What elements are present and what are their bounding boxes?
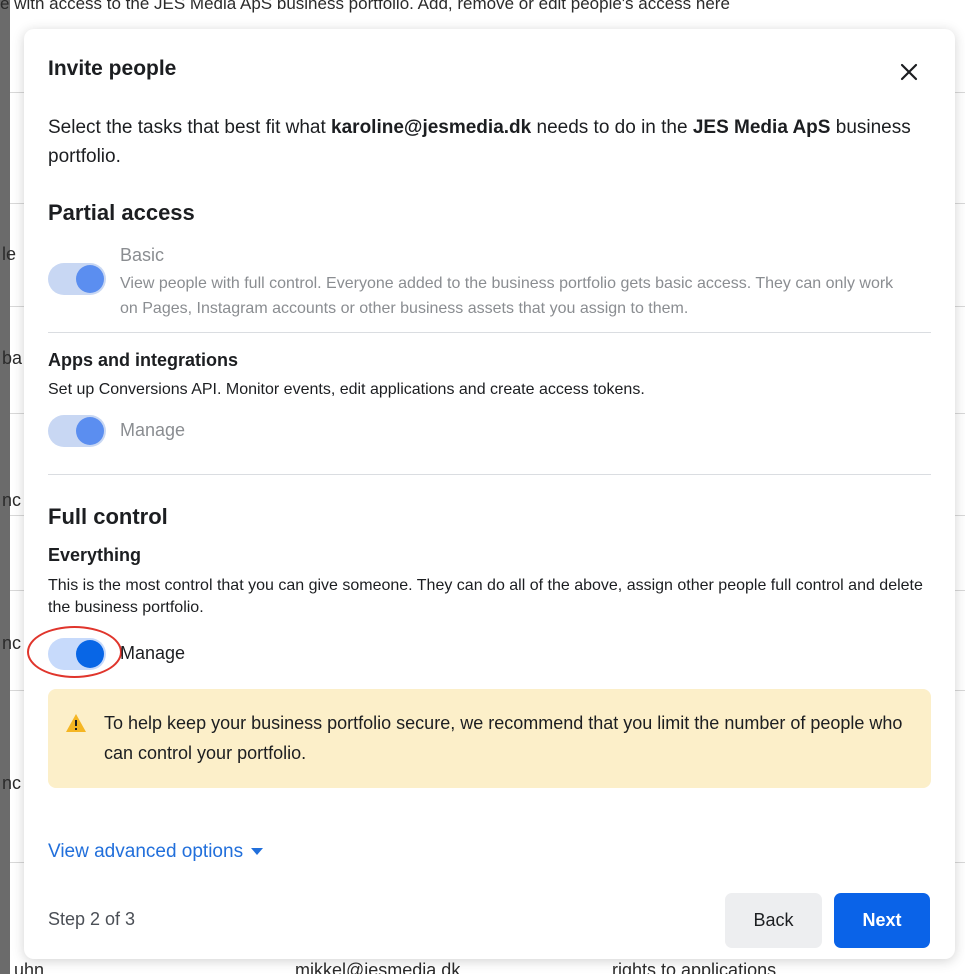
close-button[interactable]: [894, 57, 924, 87]
step-indicator: Step 2 of 3: [48, 909, 136, 929]
partial-access-heading: Partial access: [48, 200, 195, 225]
section-divider: [48, 474, 931, 475]
intro-text: needs to do in the: [531, 117, 693, 138]
toggle-knob: [76, 265, 104, 293]
background-row-fragment: nc: [2, 773, 22, 793]
dialog-intro: Select the tasks that best fit what karo…: [48, 113, 938, 171]
background-row-fragment: nc: [2, 633, 22, 653]
full-control-heading: Full control: [48, 504, 168, 529]
toggle-knob: [76, 417, 104, 445]
background-header-text: e with access to the JES Media ApS busin…: [0, 0, 730, 13]
invitee-email: karoline@jesmedia.dk: [331, 117, 532, 138]
section-divider: [48, 332, 931, 333]
apps-manage-toggle: [48, 415, 106, 447]
security-warning-banner: To help keep your business portfolio sec…: [48, 689, 931, 788]
apps-manage-label: Manage: [120, 420, 186, 440]
highlight-annotation-circle: [27, 626, 122, 678]
warning-text: To help keep your business portfolio sec…: [104, 713, 903, 763]
full-control-manage-label: Manage: [120, 643, 186, 663]
background-row-fragment: le: [2, 244, 17, 264]
invite-people-dialog: Invite people Select the tasks that best…: [24, 29, 955, 959]
background-row-fragment: nc: [2, 490, 22, 510]
caret-down-icon: [251, 848, 264, 855]
apps-integrations-description: Set up Conversions API. Monitor events, …: [48, 381, 645, 398]
next-button[interactable]: Next: [834, 893, 930, 948]
advanced-options-label: View advanced options: [48, 841, 244, 862]
intro-text: Select the tasks that best fit what: [48, 117, 332, 138]
basic-access-toggle: [48, 263, 106, 295]
close-icon: [900, 63, 918, 81]
everything-heading: Everything: [48, 545, 142, 565]
warning-triangle-icon: [66, 714, 86, 732]
company-name: JES Media ApS: [692, 117, 831, 138]
background-row-fragment: ba: [2, 348, 23, 368]
back-button[interactable]: Back: [725, 893, 822, 948]
everything-description: This is the most control that you can gi…: [48, 577, 923, 616]
view-advanced-options-link[interactable]: View advanced options: [48, 841, 264, 863]
basic-access-description: View people with full control. Everyone …: [120, 275, 894, 317]
dialog-title: Invite people: [48, 57, 177, 80]
basic-access-label: Basic: [120, 245, 165, 265]
apps-integrations-heading: Apps and integrations: [48, 350, 239, 370]
